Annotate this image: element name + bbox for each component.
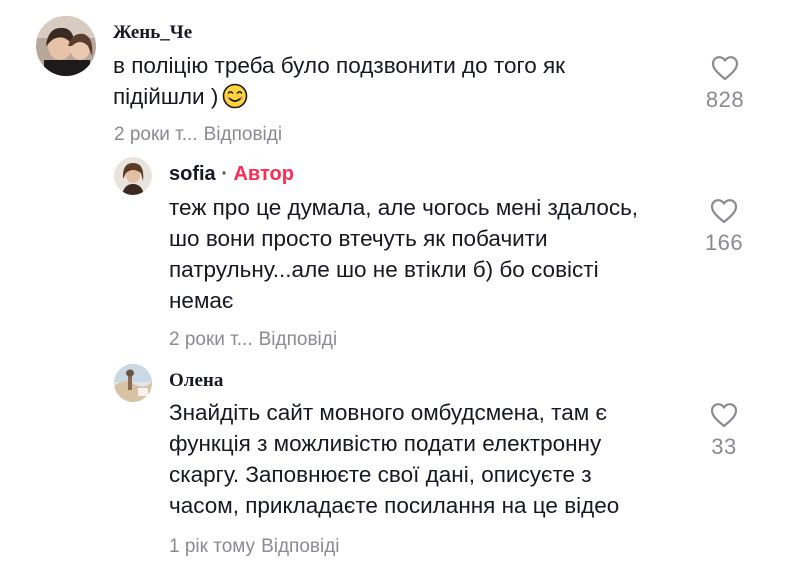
avatar[interactable]	[114, 364, 152, 402]
comment-text: теж про це думала, але чогось мені здало…	[169, 192, 638, 316]
comment-text-line: функція з можливістю подати електронну	[169, 431, 602, 456]
comment-text: в поліцію треба було подзвонити до того …	[113, 50, 565, 117]
comment-text: Знайдіть сайт мовного омбудсмена, там є …	[169, 397, 619, 521]
avatar[interactable]	[36, 16, 96, 76]
comment-text-line: в поліцію треба було подзвонити до того …	[113, 53, 565, 78]
comment-author[interactable]: Жень_Че	[113, 22, 192, 44]
like-button[interactable]: 828	[695, 55, 755, 113]
like-button[interactable]: 33	[694, 402, 754, 460]
smiling-face-emoji	[222, 83, 248, 117]
comment-time: 2 роки т...	[169, 329, 253, 350]
comment-author[interactable]: Олена	[169, 370, 223, 392]
like-button[interactable]: 166	[694, 198, 754, 256]
comment-time: 1 рік тому	[169, 536, 256, 557]
comment-text-line: підійшли )	[113, 81, 565, 117]
comment-meta: 1 рік тому Відповіді	[169, 536, 340, 558]
like-count: 33	[711, 434, 737, 459]
heart-outline-icon[interactable]	[694, 402, 754, 428]
like-count: 166	[704, 230, 744, 255]
like-count: 828	[705, 87, 745, 112]
reply-button[interactable]: Відповіді	[259, 329, 337, 350]
comment-time: 2 роки т...	[114, 124, 198, 145]
comment-text-line: Знайдіть сайт мовного омбудсмена, там є	[169, 400, 607, 425]
comment-text-line: скаргу. Заповнюєте свої дані, описуєте з	[169, 462, 592, 487]
comment-meta: 2 роки т... Відповіді	[169, 329, 337, 351]
comment-text-line: патрульну...але шо не втікли б) бо совіс…	[169, 257, 599, 282]
avatar[interactable]	[114, 157, 152, 195]
heart-outline-icon[interactable]	[694, 198, 754, 224]
comment-text-line: шо вони просто втечуть як побачити	[169, 226, 548, 251]
author-separator: ·	[221, 163, 228, 185]
reply-button[interactable]: Відповіді	[261, 536, 339, 557]
comment-meta: 2 роки т... Відповіді	[114, 124, 282, 146]
comment-text-segment: підійшли )	[113, 84, 219, 109]
author-badge: Автор	[233, 163, 294, 185]
comment-text-line: немає	[169, 288, 234, 313]
heart-outline-icon[interactable]	[695, 55, 755, 81]
reply-button[interactable]: Відповіді	[204, 124, 282, 145]
comment-text-line: теж про це думала, але чогось мені здало…	[169, 195, 639, 220]
comment-author-line: sofia · Автор	[169, 163, 294, 186]
comment-text-line: часом, прикладаєте посилання на це відео	[169, 493, 620, 518]
comment-author[interactable]: sofia	[169, 163, 216, 185]
